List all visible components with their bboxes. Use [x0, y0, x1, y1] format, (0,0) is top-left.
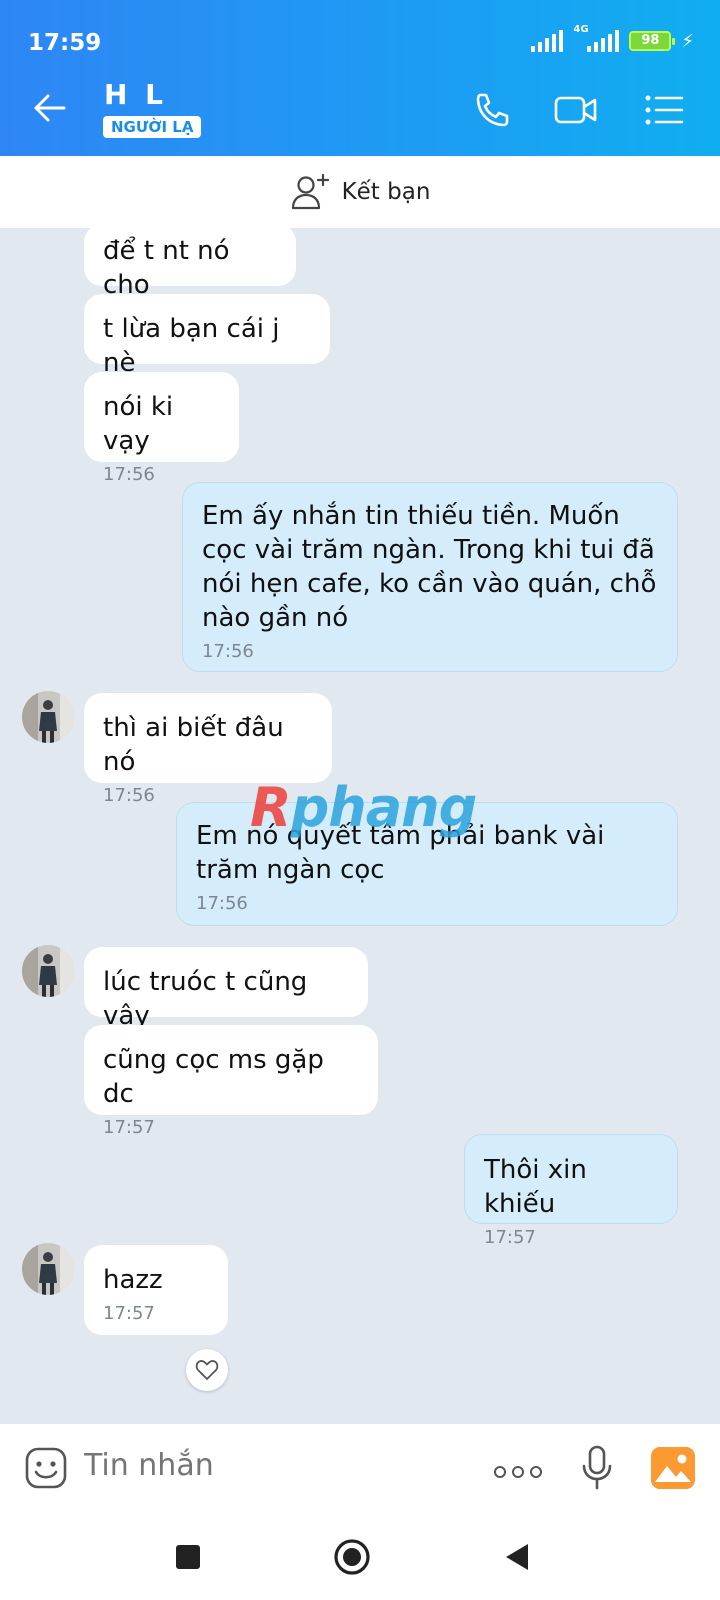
- add-friend-button[interactable]: Kết bạn: [0, 156, 720, 228]
- message-time: 17:56: [202, 641, 254, 662]
- menu-list-icon[interactable]: [640, 90, 686, 130]
- message-bubble[interactable]: Em ấy nhắn tin thiếu tiền. Muốn cọc vài …: [182, 482, 678, 672]
- back-button[interactable]: [498, 1537, 538, 1577]
- avatar[interactable]: [22, 945, 74, 997]
- watermark-logo: Rphang: [250, 776, 478, 839]
- message-text: hazz: [103, 1265, 163, 1295]
- contact-name[interactable]: H L: [104, 78, 167, 111]
- recent-apps-button[interactable]: [168, 1537, 208, 1577]
- status-bar: 17:59 4G 98 ⚡: [0, 0, 720, 66]
- message-bubble[interactable]: hazz 17:57: [84, 1245, 228, 1335]
- avatar[interactable]: [22, 1243, 74, 1295]
- message-time: 17:57: [103, 1117, 155, 1138]
- avatar[interactable]: [22, 691, 74, 743]
- status-time: 17:59: [28, 30, 102, 56]
- message-time: 17:57: [484, 1227, 536, 1248]
- message-bubble[interactable]: thì ai biết đâu nó 17:56: [84, 693, 332, 806]
- avatar-photo: [22, 945, 74, 997]
- mobile-data-icon: 4G: [573, 24, 620, 52]
- add-friend-label: Kết bạn: [341, 179, 431, 205]
- add-friend-icon: [291, 173, 329, 210]
- message-list[interactable]: để t nt nó cho t lừa bạn cái j nè nói ki…: [0, 228, 720, 1423]
- message-input[interactable]: [84, 1448, 464, 1483]
- home-button[interactable]: [332, 1537, 372, 1577]
- message-text: t lừa bạn cái j nè: [103, 314, 280, 378]
- watermark-letter: R: [250, 776, 292, 839]
- back-arrow-icon[interactable]: [30, 88, 70, 128]
- message-bubble[interactable]: nói ki vạy 17:56: [84, 372, 239, 485]
- microphone-icon[interactable]: [580, 1444, 614, 1492]
- chat-header: H L NGƯỜI LẠ: [0, 66, 720, 156]
- message-bubble[interactable]: Thôi xin khiếu 17:57: [464, 1134, 678, 1248]
- system-nav-bar: [0, 1515, 720, 1600]
- heart-icon: [195, 1360, 219, 1380]
- more-options-icon[interactable]: [494, 1466, 542, 1478]
- sticker-emoji-icon[interactable]: [24, 1446, 68, 1490]
- message-text: nói ki vạy: [103, 392, 174, 456]
- message-time: 17:57: [103, 1303, 155, 1324]
- watermark-text: phang: [290, 776, 478, 839]
- signal-icon: [531, 30, 564, 52]
- message-text: thì ai biết đâu nó: [103, 713, 284, 777]
- message-time: 17:56: [196, 893, 248, 914]
- phone-call-icon[interactable]: [470, 90, 516, 130]
- message-input-bar: [0, 1423, 720, 1515]
- avatar-photo: [22, 691, 74, 743]
- react-heart-button[interactable]: [186, 1349, 228, 1391]
- message-bubble[interactable]: lúc truóc t cũng vậy: [84, 947, 368, 1031]
- message-text: Em ấy nhắn tin thiếu tiền. Muốn cọc vài …: [202, 501, 657, 633]
- message-bubble[interactable]: để t nt nó cho: [84, 228, 296, 300]
- message-text: cũng cọc ms gặp dc: [103, 1045, 324, 1109]
- stranger-badge: NGƯỜI LẠ: [103, 116, 202, 138]
- video-call-icon[interactable]: [553, 90, 599, 130]
- avatar-photo: [22, 1243, 74, 1295]
- message-text: Thôi xin khiếu: [484, 1155, 587, 1219]
- message-bubble[interactable]: cũng cọc ms gặp dc 17:57: [84, 1025, 378, 1138]
- network-type: 4G: [573, 24, 589, 35]
- status-icons: 4G 98 ⚡: [531, 24, 694, 52]
- message-text: lúc truóc t cũng vậy: [103, 967, 308, 1031]
- gallery-image-icon[interactable]: [650, 1446, 696, 1490]
- battery-icon: 98: [629, 31, 676, 51]
- charging-icon: ⚡: [681, 30, 694, 52]
- message-bubble[interactable]: t lừa bạn cái j nè: [84, 294, 330, 378]
- message-text: để t nt nó cho: [103, 236, 230, 300]
